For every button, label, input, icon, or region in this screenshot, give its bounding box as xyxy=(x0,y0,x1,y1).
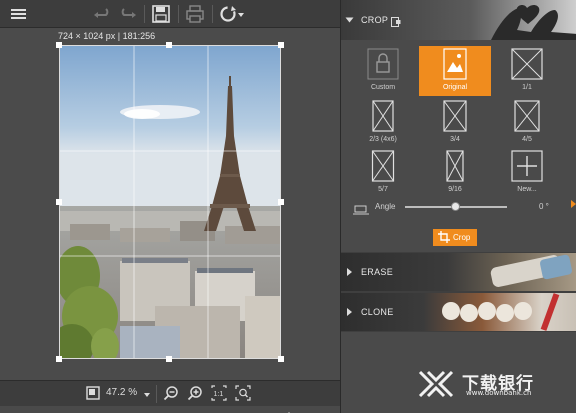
app-window: 724 × 1024 px | 181:256 47.2 % 1:1 CROP … xyxy=(0,0,576,413)
crop-handle-bottom-left[interactable] xyxy=(56,356,62,362)
svg-text:1:1: 1:1 xyxy=(214,391,224,398)
crop-option-1-1[interactable]: 1/1 xyxy=(491,46,563,96)
ratio-icon xyxy=(443,100,467,132)
dropdown-arrow-icon[interactable] xyxy=(237,4,245,24)
crop-option-label: Original xyxy=(442,84,468,91)
crop-option-label: 2/3 (4x6) xyxy=(369,136,397,143)
angle-label: Angle xyxy=(375,202,396,211)
bottom-separator xyxy=(156,385,157,403)
collapse-arrow-icon xyxy=(345,17,354,23)
crop-section-header[interactable]: CROP xyxy=(341,0,576,40)
photo-preview[interactable] xyxy=(59,45,281,359)
print-icon[interactable] xyxy=(185,4,205,24)
crop-option-label: 4/5 xyxy=(522,136,532,143)
zoom-dropdown-icon[interactable] xyxy=(143,387,151,399)
lock-icon xyxy=(367,48,399,80)
crop-handle-right[interactable] xyxy=(278,199,284,205)
top-toolbar xyxy=(0,0,340,28)
watermark-url: www.downbank.cn xyxy=(466,389,532,397)
angle-slider-thumb[interactable] xyxy=(451,202,460,211)
ratio-icon xyxy=(372,100,394,132)
expand-arrow-icon[interactable] xyxy=(284,405,294,413)
crop-handle-bottom-right[interactable] xyxy=(278,356,284,362)
rotate-icon[interactable] xyxy=(218,4,238,24)
ratio-icon xyxy=(446,150,464,182)
actual-size-icon[interactable]: 1:1 xyxy=(211,385,227,401)
erase-section-header[interactable]: ERASE xyxy=(341,253,576,291)
toolbar-separator xyxy=(178,5,179,23)
angle-icon xyxy=(353,202,369,215)
crop-option-5-7[interactable]: 5/7 xyxy=(347,148,419,198)
ratio-icon xyxy=(371,150,395,182)
toolbar-separator xyxy=(144,5,145,23)
square-icon xyxy=(511,48,543,80)
angle-value: 0 ° xyxy=(539,202,549,211)
crop-handle-top-left[interactable] xyxy=(56,42,62,48)
crop-handle-top[interactable] xyxy=(166,42,172,48)
crop-option-custom[interactable]: Custom xyxy=(347,46,419,96)
crop-option-9-16[interactable]: 9/16 xyxy=(419,148,491,198)
toolbar-separator xyxy=(212,5,213,23)
image-dimensions-label: 724 × 1024 px | 181:256 xyxy=(58,31,156,41)
right-panel: CROP Custom Original 1/1 2/3 (4x6) 3/4 4… xyxy=(340,0,576,413)
angle-control: Angle 0 ° xyxy=(341,199,576,215)
crop-handle-left[interactable] xyxy=(56,199,62,205)
crop-title: CROP xyxy=(361,15,389,25)
zoom-in-icon[interactable] xyxy=(187,385,203,401)
zoom-out-icon[interactable] xyxy=(163,385,179,401)
undo-icon[interactable] xyxy=(92,4,112,24)
expand-arrow-icon xyxy=(347,308,352,316)
crop-button-label: Crop xyxy=(453,233,471,242)
clone-section-header[interactable]: CLONE xyxy=(341,293,576,331)
crop-handle-top-right[interactable] xyxy=(278,42,284,48)
crop-option-4-5[interactable]: 4/5 xyxy=(491,98,563,148)
erase-title: ERASE xyxy=(361,267,394,277)
image-canvas[interactable]: 724 × 1024 px | 181:256 xyxy=(0,28,340,380)
ratio-icon xyxy=(514,100,540,132)
crop-options-body: Custom Original 1/1 2/3 (4x6) 3/4 4/5 5/… xyxy=(341,40,576,252)
crop-option-label: Custom xyxy=(370,84,396,91)
crop-option-label: 5/7 xyxy=(378,186,388,193)
eiffel-tower-photo xyxy=(60,46,280,358)
site-watermark: 下载银行 www.downbank.cn xyxy=(410,366,576,402)
crop-option-label: 3/4 xyxy=(450,136,460,143)
zoom-value[interactable]: 47.2 % xyxy=(106,387,137,398)
crop-option-3-4[interactable]: 3/4 xyxy=(419,98,491,148)
save-icon[interactable] xyxy=(151,4,171,24)
watermark-logo-icon xyxy=(418,370,454,398)
crop-handle-bottom[interactable] xyxy=(166,356,172,362)
fit-icon[interactable] xyxy=(86,386,100,400)
expand-arrow-icon xyxy=(347,268,352,276)
crop-option-label: New... xyxy=(517,186,537,193)
zoom-fit-icon[interactable] xyxy=(235,385,251,401)
crop-icon xyxy=(438,231,450,243)
clone-title: CLONE xyxy=(361,307,394,317)
crop-option-label: 9/16 xyxy=(448,186,462,193)
redo-icon[interactable] xyxy=(118,4,138,24)
crop-button[interactable]: Crop xyxy=(433,229,477,246)
crop-option-original[interactable]: Original xyxy=(419,46,491,96)
plus-icon xyxy=(511,150,543,182)
panel-collapse-icon[interactable] xyxy=(571,196,576,208)
crop-option-label: 1/1 xyxy=(522,84,532,91)
image-icon xyxy=(443,48,467,80)
menu-icon[interactable] xyxy=(10,4,28,24)
crop-info-icon[interactable] xyxy=(391,14,401,27)
crop-option-new[interactable]: New... xyxy=(491,148,563,198)
zoom-bar: 47.2 % 1:1 xyxy=(0,380,340,406)
crop-option-2-3[interactable]: 2/3 (4x6) xyxy=(347,98,419,148)
